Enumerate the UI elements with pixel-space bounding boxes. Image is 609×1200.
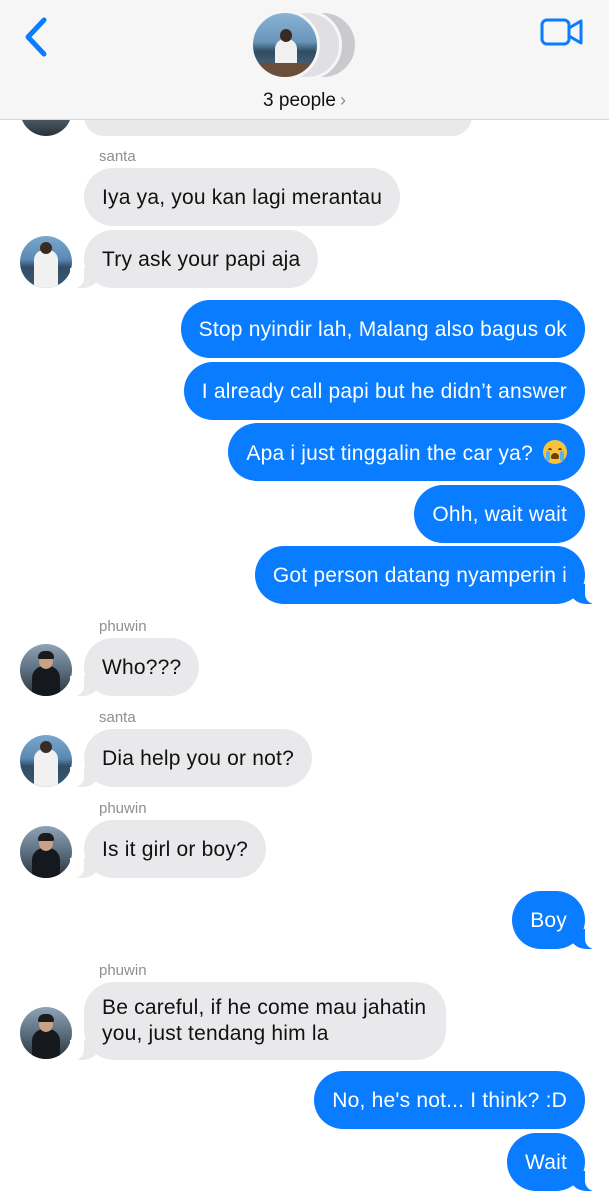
group-avatar-stack[interactable] (250, 10, 362, 82)
message-bubble[interactable]: Is it girl or boy? (70, 820, 266, 878)
sender-name: santa (99, 709, 136, 726)
message-bubble[interactable]: Be careful, if he come mau jahatin you, … (70, 982, 446, 1060)
message-bubble[interactable]: Ohh, wait wait (414, 485, 585, 543)
chevron-right-icon: › (339, 90, 346, 110)
message-bubble[interactable]: Iya ya, you kan lagi merantau (84, 168, 401, 226)
message-bubble[interactable]: Wait (506, 1133, 600, 1191)
message-text: Stop nyindir lah, Malang also bagus ok (198, 318, 567, 341)
avatar[interactable] (20, 735, 72, 787)
conversation-header: 3 people › (0, 0, 609, 120)
message-text: Apa i just tinggalin the car ya? (246, 442, 533, 465)
message-text: Iya ya, you kan lagi merantau (102, 186, 383, 209)
chevron-left-icon[interactable] (20, 14, 54, 60)
loudly-crying-face-icon (543, 440, 567, 464)
message-bubble[interactable]: Who??? (69, 638, 200, 696)
avatar[interactable] (20, 236, 72, 288)
sender-name: phuwin (99, 962, 147, 979)
message-text: No, he's not... I think? :D (332, 1089, 567, 1112)
group-member-count: 3 people (263, 90, 336, 111)
sender-name: phuwin (99, 800, 147, 817)
message-text: Who??? (102, 656, 182, 679)
message-bubble[interactable]: Boy (512, 891, 599, 949)
message-bubble[interactable]: Got person datang nyamperin i (254, 546, 600, 604)
message-text: Ohh, wait wait (432, 503, 567, 526)
message-text: Got person datang nyamperin i (272, 564, 567, 587)
group-details-button[interactable]: 3 people › (0, 90, 609, 112)
message-text: Dia help you or not? (102, 747, 294, 770)
message-text: Be careful, if he come mau jahatin you, … (102, 996, 427, 1045)
message-text: Wait (524, 1151, 567, 1174)
message-thread[interactable]: santa Iya ya, you kan lagi merantau Try … (0, 0, 609, 1200)
message-text: Is it girl or boy? (102, 838, 248, 861)
message-bubble[interactable]: Apa i just tinggalin the car ya? (228, 423, 585, 481)
message-bubble[interactable]: I already call papi but he didn’t answer (183, 362, 585, 420)
message-bubble[interactable]: No, he's not... I think? :D (314, 1071, 585, 1129)
avatar[interactable] (20, 644, 72, 696)
message-text: I already call papi but he didn’t answer (201, 380, 567, 403)
sender-name: phuwin (99, 618, 147, 635)
message-bubble[interactable]: Dia help you or not? (70, 729, 312, 787)
message-bubble[interactable]: Stop nyindir lah, Malang also bagus ok (180, 300, 585, 358)
video-camera-icon[interactable] (539, 14, 585, 50)
avatar[interactable] (20, 1007, 72, 1059)
avatar (250, 10, 320, 80)
sender-name: santa (99, 148, 136, 165)
avatar[interactable] (20, 826, 72, 878)
message-text: Boy (530, 909, 567, 932)
message-text: Try ask your papi aja (102, 248, 301, 271)
message-bubble[interactable]: Try ask your papi aja (69, 230, 319, 288)
